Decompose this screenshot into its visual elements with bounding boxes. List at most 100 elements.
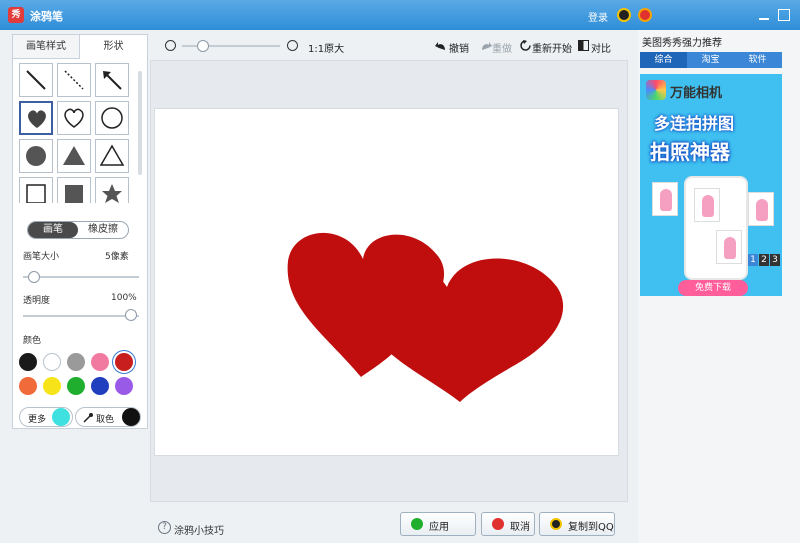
ad-photo (694, 188, 720, 222)
redo-icon[interactable] (480, 41, 492, 51)
color-swatch[interactable] (91, 353, 109, 371)
recommend-title: 美图秀秀强力推荐 (642, 38, 722, 49)
app-window: 秀 涂鸦笔 登录 画笔样式 形状 画笔 橡皮擦 画笔大小 5像素 透明度 100… (0, 0, 800, 543)
ad-page-3[interactable]: 3 (770, 254, 780, 266)
scroll-thumb[interactable] (138, 71, 142, 175)
color-swatch[interactable] (43, 377, 61, 395)
ad-headline-2: 拍照神器 (650, 140, 730, 164)
shape-triangle-outline[interactable] (95, 139, 129, 173)
shape-circle-outline[interactable] (95, 101, 129, 135)
cancel-icon (492, 518, 504, 530)
color-swatch[interactable] (91, 377, 109, 395)
color-swatch[interactable] (115, 353, 133, 371)
shape-star-filled[interactable] (95, 177, 129, 203)
ad-download-button[interactable]: 免费下载 (678, 280, 748, 296)
zoom-out-icon[interactable] (165, 40, 176, 51)
cancel-label: 取消 (510, 522, 530, 533)
tab-taobao[interactable]: 淘宝 (687, 52, 734, 68)
undo-icon[interactable] (435, 41, 447, 51)
title-bar[interactable]: 秀 涂鸦笔 登录 (0, 0, 800, 30)
weibo-icon[interactable] (638, 8, 652, 22)
star-filled-icon (102, 184, 122, 203)
ad-page-1[interactable]: 1 (748, 254, 758, 266)
minimize-button[interactable] (758, 9, 770, 21)
tips-link[interactable]: 涂鸦小技巧 (174, 522, 224, 537)
mode-switch: 画笔 橡皮擦 (27, 221, 129, 239)
qq-icon[interactable] (617, 8, 631, 22)
brush-size-thumb[interactable] (28, 271, 40, 283)
restart-button[interactable]: 重新开始 (532, 40, 572, 55)
heart-shape-right (364, 258, 564, 402)
compare-button[interactable]: 对比 (591, 40, 611, 55)
more-color-swatch (52, 408, 70, 426)
shape-line[interactable] (19, 63, 53, 97)
mode-brush-button[interactable]: 画笔 (28, 222, 78, 238)
app-logo-icon: 秀 (8, 7, 24, 23)
brush-size-value: 5像素 (105, 252, 129, 262)
apply-button[interactable]: 应用 (400, 512, 476, 536)
color-swatch[interactable] (67, 377, 85, 395)
tab-general[interactable]: 综合 (640, 52, 687, 68)
tab-shape[interactable]: 形状 (80, 35, 147, 60)
eyedropper-icon (83, 413, 93, 423)
opacity-thumb[interactable] (125, 309, 137, 321)
picked-color-swatch (122, 408, 140, 426)
color-swatch[interactable] (19, 377, 37, 395)
ad-page-2[interactable]: 2 (759, 254, 769, 266)
left-panel: 画笔样式 形状 画笔 橡皮擦 画笔大小 5像素 透明度 100% 颜色 更多 取… (12, 34, 148, 429)
zoom-level[interactable]: 1:1原大 (308, 40, 344, 55)
cancel-button[interactable]: 取消 (481, 512, 535, 536)
canvas-drawing (287, 232, 564, 402)
shape-heart-outline[interactable] (57, 101, 91, 135)
dashed-line-icon (64, 70, 84, 90)
circle-filled-icon (26, 146, 46, 166)
shape-square-outline[interactable] (19, 177, 53, 203)
camera-app-logo (646, 80, 666, 100)
color-swatch[interactable] (67, 353, 85, 371)
mode-eraser-button[interactable]: 橡皮擦 (78, 222, 128, 238)
shape-dashed-line[interactable] (57, 63, 91, 97)
ad-photo (716, 230, 742, 264)
shape-scrollbar[interactable] (137, 63, 143, 203)
compare-icon[interactable] (578, 40, 589, 51)
zoom-in-icon[interactable] (287, 40, 298, 51)
shape-heart-filled[interactable] (19, 101, 53, 135)
triangle-outline-icon (99, 144, 125, 166)
square-outline-icon (26, 184, 46, 203)
square-filled-icon (65, 185, 83, 203)
heart-filled-icon (28, 110, 46, 128)
drawing-canvas[interactable] (154, 108, 619, 456)
recommend-tabs: 综合 淘宝 软件 (640, 52, 782, 68)
undo-button[interactable]: 撤销 (449, 40, 469, 55)
ad-photo (652, 182, 678, 216)
canvas-toolbar: 1:1原大 撤销 重做 重新开始 对比 (150, 34, 628, 58)
color-label: 颜色 (23, 336, 42, 346)
tab-software[interactable]: 软件 (734, 52, 781, 68)
brush-size-slider[interactable] (23, 276, 139, 278)
check-icon (411, 518, 423, 530)
zoom-thumb[interactable] (197, 40, 209, 52)
copy-to-qq-button[interactable]: 复制到QQ (539, 512, 615, 536)
opacity-value: 100% (111, 293, 137, 303)
help-icon[interactable]: ? (158, 521, 171, 534)
ad-headline-1: 多连拍拼图 (654, 114, 735, 133)
shape-arrow[interactable] (95, 63, 129, 97)
shape-triangle-filled[interactable] (57, 139, 91, 173)
shape-square-filled[interactable] (57, 177, 91, 203)
restart-icon[interactable] (520, 40, 531, 51)
redo-button[interactable]: 重做 (492, 40, 512, 55)
ad-photo (748, 192, 774, 226)
color-swatch[interactable] (115, 377, 133, 395)
arrow-icon (103, 71, 122, 90)
color-swatch[interactable] (19, 353, 37, 371)
login-link[interactable]: 登录 (588, 9, 608, 24)
opacity-slider[interactable] (23, 315, 139, 317)
panel-tabs: 画笔样式 形状 (13, 35, 147, 60)
maximize-button[interactable] (778, 9, 790, 21)
color-swatch[interactable] (43, 353, 61, 371)
shape-circle-filled[interactable] (19, 139, 53, 173)
color-picker-button[interactable]: 取色 (75, 407, 141, 427)
more-colors-button[interactable]: 更多 (19, 407, 73, 427)
apply-label: 应用 (429, 522, 449, 533)
tab-brush-style[interactable]: 画笔样式 (13, 35, 80, 59)
